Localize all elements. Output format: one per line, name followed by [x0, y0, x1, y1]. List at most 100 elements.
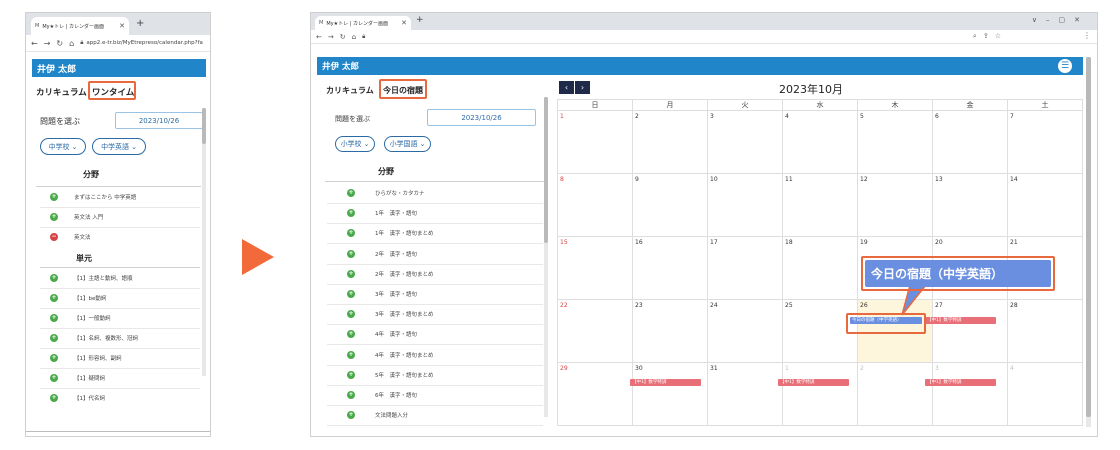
list-item[interactable]: +5年 漢字・語句まとめ: [347, 370, 434, 379]
list-item[interactable]: + 英文法 入門: [50, 213, 103, 221]
school-select[interactable]: 小学校 ⌄: [335, 136, 375, 152]
sidebar-scrollbar[interactable]: [544, 97, 548, 417]
day-cell[interactable]: 29: [557, 362, 633, 426]
browser-tab[interactable]: M My★トレ | カレンダー画面 ✕: [31, 17, 129, 35]
next-month-button[interactable]: ›: [575, 81, 590, 94]
list-item[interactable]: + 【1】代名詞: [50, 394, 105, 402]
plus-icon[interactable]: +: [347, 391, 355, 399]
list-item[interactable]: +2年 漢字・語句まとめ: [347, 269, 434, 278]
back-icon[interactable]: ←: [316, 33, 322, 41]
list-item[interactable]: + まずはここから 中学英語: [50, 193, 136, 201]
list-item[interactable]: − 英文法: [50, 233, 91, 241]
plus-icon[interactable]: +: [347, 330, 355, 339]
list-item[interactable]: +6年 漢字・語句: [347, 391, 417, 399]
event-math-special[interactable]: 【中1】数学特訓: [925, 317, 996, 324]
day-cell[interactable]: 27: [932, 299, 1008, 363]
list-item[interactable]: + ひらがな・カタカナ: [347, 189, 425, 197]
plus-icon[interactable]: +: [50, 354, 58, 362]
day-cell[interactable]: 2: [857, 362, 933, 426]
plus-icon[interactable]: +: [347, 411, 355, 420]
day-cell[interactable]: 24: [707, 299, 783, 363]
subject-select[interactable]: 中学英語 ⌄: [92, 138, 146, 155]
day-cell[interactable]: 11: [782, 173, 858, 237]
home-icon[interactable]: ⌂: [352, 33, 356, 41]
day-cell[interactable]: 13: [932, 173, 1008, 237]
event-math-special[interactable]: 【中1】数学特訓: [630, 379, 701, 386]
list-item[interactable]: + 【1】主語と動詞、語順: [50, 274, 133, 282]
day-cell[interactable]: 7: [1007, 110, 1083, 174]
forward-icon[interactable]: →: [44, 39, 51, 48]
day-cell[interactable]: 10: [707, 173, 783, 237]
day-cell[interactable]: 9: [632, 173, 708, 237]
plus-icon[interactable]: +: [50, 314, 58, 322]
forward-icon[interactable]: →: [328, 33, 334, 41]
plus-icon[interactable]: +: [50, 334, 58, 342]
browser-tab[interactable]: M My★トレ | カレンダー画面 ✕: [315, 16, 411, 30]
day-cell[interactable]: 3: [707, 110, 783, 174]
list-item[interactable]: +3年 漢字・語句まとめ: [347, 310, 434, 319]
plus-icon[interactable]: +: [347, 310, 355, 319]
new-tab-icon[interactable]: +: [136, 18, 144, 29]
date-input[interactable]: 2023/10/26: [115, 112, 203, 129]
list-item[interactable]: + 【1】一般動詞: [50, 314, 111, 322]
back-icon[interactable]: ←: [31, 39, 38, 48]
list-item[interactable]: + 文法問題入分: [347, 411, 408, 420]
browser-menu-icon[interactable]: ⋮: [1083, 31, 1091, 40]
address-icons[interactable]: ⌕⇪☆: [973, 32, 1007, 41]
plus-icon[interactable]: +: [50, 394, 58, 402]
window-controls[interactable]: ∨–▢✕: [1032, 16, 1089, 24]
list-item[interactable]: + 【1】疑問詞: [50, 374, 105, 382]
tab-curriculum[interactable]: カリキュラム: [326, 85, 374, 96]
plus-icon[interactable]: +: [347, 249, 355, 258]
day-cell[interactable]: 12: [857, 173, 933, 237]
day-cell[interactable]: 17: [707, 236, 783, 300]
list-item[interactable]: +4年 漢字・語句: [347, 330, 417, 339]
day-cell[interactable]: 28: [1007, 299, 1083, 363]
list-item[interactable]: +4年 漢字・語句まとめ: [347, 350, 434, 359]
url-text[interactable]: app2.e-tr.biz/MyEtrepreso/calendar.php?f…: [86, 40, 203, 46]
day-cell[interactable]: 3: [932, 362, 1008, 426]
scrollbar[interactable]: [202, 108, 206, 376]
prev-month-button[interactable]: ‹: [559, 81, 574, 94]
reload-icon[interactable]: ↻: [56, 39, 63, 48]
school-select[interactable]: 中学校 ⌄: [40, 138, 86, 155]
day-cell[interactable]: 14: [1007, 173, 1083, 237]
event-math-special[interactable]: 【中1】数学特訓: [778, 379, 849, 386]
plus-icon[interactable]: +: [347, 370, 355, 379]
day-cell[interactable]: 4: [782, 110, 858, 174]
day-cell[interactable]: 23: [632, 299, 708, 363]
list-item[interactable]: +1年 漢字・語句まとめ: [347, 229, 434, 238]
day-cell[interactable]: 5: [857, 110, 933, 174]
day-cell[interactable]: 1: [557, 110, 633, 174]
plus-icon[interactable]: +: [50, 274, 58, 282]
minus-icon[interactable]: −: [50, 233, 58, 241]
day-cell[interactable]: 6: [932, 110, 1008, 174]
day-cell[interactable]: 4: [1007, 362, 1083, 426]
day-cell[interactable]: 31: [707, 362, 783, 426]
plus-icon[interactable]: +: [50, 213, 58, 221]
event-math-special[interactable]: 【中1】数学特訓: [925, 379, 996, 386]
plus-icon[interactable]: +: [50, 193, 58, 201]
plus-icon[interactable]: +: [347, 189, 355, 197]
list-item[interactable]: + 【1】名詞、複数形、冠詞: [50, 334, 138, 342]
list-item[interactable]: + 【1】形容詞、副詞: [50, 354, 122, 362]
list-item[interactable]: +3年 漢字・語句: [347, 290, 417, 298]
day-cell[interactable]: 2: [632, 110, 708, 174]
plus-icon[interactable]: +: [347, 290, 355, 298]
day-cell[interactable]: 16: [632, 236, 708, 300]
plus-icon[interactable]: +: [347, 269, 355, 278]
day-cell[interactable]: 22: [557, 299, 633, 363]
day-cell[interactable]: 8: [557, 173, 633, 237]
close-tab-icon[interactable]: ✕: [119, 22, 125, 30]
tab-curriculum[interactable]: カリキュラム: [36, 86, 87, 98]
new-tab-icon[interactable]: +: [416, 15, 424, 25]
list-item[interactable]: +1年 漢字・語句: [347, 209, 417, 218]
subject-select[interactable]: 小学国語 ⌄: [384, 136, 431, 152]
reload-icon[interactable]: ↻: [340, 33, 346, 41]
page-scrollbar[interactable]: [1086, 57, 1091, 427]
menu-icon[interactable]: ☰: [1058, 59, 1072, 73]
day-cell[interactable]: 15: [557, 236, 633, 300]
plus-icon[interactable]: +: [50, 294, 58, 302]
plus-icon[interactable]: +: [347, 229, 355, 238]
plus-icon[interactable]: +: [347, 350, 355, 359]
